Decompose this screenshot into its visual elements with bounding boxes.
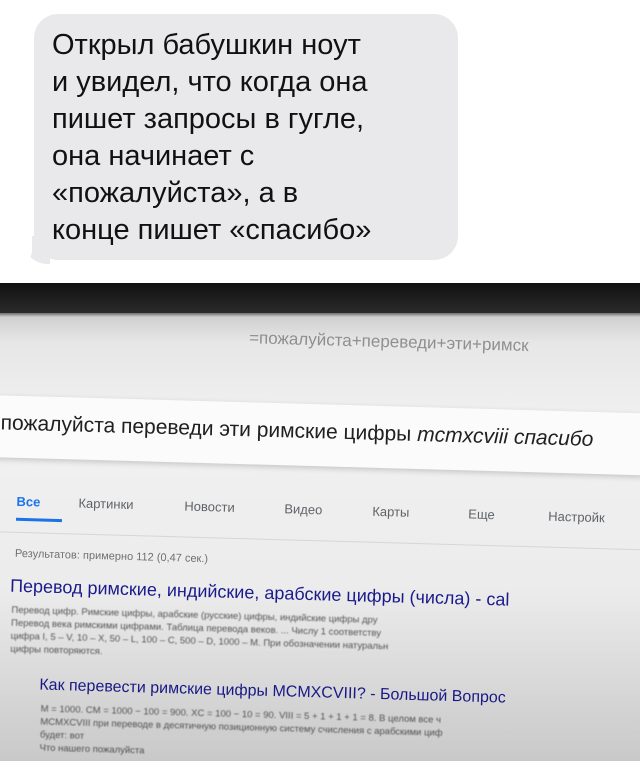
address-bar[interactable]: =пожалуйста+переведи+эти+римск: [249, 328, 529, 356]
tab-all[interactable]: Все: [16, 494, 40, 510]
query-tail: mcmxcviii спасибо: [416, 422, 594, 451]
result-snippet-1: Перевод цифр. Римские цифры, арабские (р…: [10, 604, 389, 658]
tab-settings[interactable]: Настройк: [548, 509, 605, 526]
tab-video[interactable]: Видео: [284, 501, 322, 517]
tab-maps[interactable]: Карты: [372, 504, 409, 520]
message-screenshot: Открыл бабушкин ноут и увидел, что когда…: [0, 0, 640, 283]
message-text: Открыл бабушкин ноут и увидел, что когда…: [52, 29, 372, 246]
result-snippet-2: M = 1000. CM = 1000 − 100 = 900. XC = 10…: [39, 703, 443, 757]
laptop-screen-photo: =пожалуйста+переведи+эти+римск пожалуйст…: [0, 283, 640, 761]
tab-news[interactable]: Новости: [184, 499, 235, 515]
result-title-2[interactable]: Как перевести римские цифры MCMXCVIII? -…: [39, 677, 506, 708]
active-tab-indicator: [15, 517, 62, 523]
tab-more[interactable]: Еще: [468, 506, 495, 522]
tab-images[interactable]: Картинки: [78, 496, 133, 513]
results-stats: Результатов: примерно 112 (0,47 сек.): [14, 547, 209, 566]
browser-window: =пожалуйста+переведи+эти+римск пожалуйст…: [0, 303, 640, 761]
